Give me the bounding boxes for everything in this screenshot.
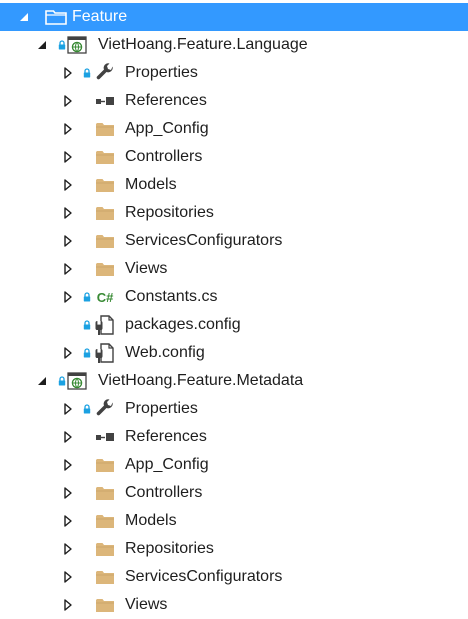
- folder-icon: [94, 115, 116, 143]
- tree-item-label: Repositories: [125, 204, 214, 221]
- tree-item-project[interactable]: VietHoang.Feature.Metadata: [0, 367, 468, 395]
- tree-item-label: Models: [125, 176, 177, 193]
- tree-item-label: Views: [125, 260, 168, 277]
- expand-arrow-icon[interactable]: [61, 563, 75, 591]
- tree-item-folder[interactable]: Repositories: [0, 199, 468, 227]
- config-file-icon: [94, 339, 116, 367]
- expand-arrow-icon[interactable]: [61, 171, 75, 199]
- expand-arrow-icon[interactable]: [61, 451, 75, 479]
- tree-item-label: Feature: [72, 8, 128, 25]
- csharp-file-icon: C#: [94, 283, 116, 311]
- tree-item-label: Properties: [125, 64, 198, 81]
- folder-icon: [94, 507, 116, 535]
- expand-arrow-icon[interactable]: [61, 227, 75, 255]
- expand-arrow-icon[interactable]: [61, 87, 75, 115]
- tree-item-references[interactable]: References: [0, 87, 468, 115]
- web-project-icon: [66, 367, 88, 395]
- wrench-icon: [94, 59, 116, 87]
- tree-item-label: Models: [125, 512, 177, 529]
- tree-item-feature-folder[interactable]: Feature: [0, 3, 468, 31]
- folder-icon: [45, 3, 67, 31]
- tree-item-folder[interactable]: Views: [0, 255, 468, 283]
- expand-arrow-icon[interactable]: [61, 507, 75, 535]
- references-icon: [94, 87, 116, 115]
- tree-item-label: References: [125, 92, 207, 109]
- expand-arrow-icon[interactable]: [61, 339, 75, 367]
- tree-item-properties[interactable]: Properties: [0, 395, 468, 423]
- tree-item-folder[interactable]: Controllers: [0, 479, 468, 507]
- collapse-arrow-icon[interactable]: [35, 31, 49, 59]
- folder-icon: [94, 171, 116, 199]
- tree-item-label: Web.config: [125, 344, 205, 361]
- csharp-label: C#: [96, 289, 114, 305]
- tree-item-properties[interactable]: Properties: [0, 59, 468, 87]
- references-icon: [94, 423, 116, 451]
- folder-icon: [94, 199, 116, 227]
- tree-item-folder[interactable]: ServicesConfigurators: [0, 227, 468, 255]
- expand-arrow-icon[interactable]: [61, 395, 75, 423]
- folder-icon: [94, 563, 116, 591]
- tree-item-label: App_Config: [125, 120, 209, 137]
- folder-icon: [94, 227, 116, 255]
- tree-item-label: Constants.cs: [125, 288, 218, 305]
- tree-item-folder[interactable]: App_Config: [0, 451, 468, 479]
- tree-item-label: Controllers: [125, 484, 203, 501]
- tree-item-label: packages.config: [125, 316, 241, 333]
- expand-arrow-icon[interactable]: [61, 283, 75, 311]
- tree-item-label: VietHoang.Feature.Language: [98, 36, 308, 53]
- collapse-arrow-icon[interactable]: [17, 3, 31, 31]
- config-file-icon: [94, 311, 116, 339]
- tree-item-folder[interactable]: ServicesConfigurators: [0, 563, 468, 591]
- tree-item-config[interactable]: packages.config: [0, 311, 468, 339]
- web-project-icon: [66, 31, 88, 59]
- tree-item-label: App_Config: [125, 456, 209, 473]
- tree-item-label: References: [125, 428, 207, 445]
- tree-item-references[interactable]: References: [0, 423, 468, 451]
- tree-item-folder[interactable]: Controllers: [0, 143, 468, 171]
- folder-icon: [94, 451, 116, 479]
- tree-item-folder[interactable]: Repositories: [0, 535, 468, 563]
- source-control-lock-icon: [82, 311, 92, 339]
- folder-icon: [94, 479, 116, 507]
- collapse-arrow-icon[interactable]: [35, 367, 49, 395]
- source-control-lock-icon: [82, 59, 92, 87]
- expand-arrow-icon[interactable]: [61, 59, 75, 87]
- tree-item-webconfig[interactable]: Web.config: [0, 339, 468, 367]
- expand-arrow-icon[interactable]: [61, 255, 75, 283]
- folder-icon: [94, 255, 116, 283]
- expand-arrow-icon[interactable]: [61, 423, 75, 451]
- tree-item-label: VietHoang.Feature.Metadata: [98, 372, 304, 389]
- tree-item-label: Repositories: [125, 540, 214, 557]
- tree-item-label: ServicesConfigurators: [125, 232, 283, 249]
- tree-item-folder[interactable]: Models: [0, 507, 468, 535]
- tree-item-project[interactable]: VietHoang.Feature.Language: [0, 31, 468, 59]
- tree-item-label: ServicesConfigurators: [125, 568, 283, 585]
- source-control-lock-icon: [82, 339, 92, 367]
- folder-icon: [94, 535, 116, 563]
- tree-item-label: Controllers: [125, 148, 203, 165]
- folder-icon: [94, 143, 116, 171]
- source-control-lock-icon: [82, 395, 92, 423]
- expand-arrow-icon[interactable]: [61, 479, 75, 507]
- expand-arrow-icon[interactable]: [61, 143, 75, 171]
- tree-item-folder[interactable]: App_Config: [0, 115, 468, 143]
- expand-arrow-icon[interactable]: [61, 535, 75, 563]
- source-control-lock-icon: [82, 283, 92, 311]
- tree-item-csfile[interactable]: C# Constants.cs: [0, 283, 468, 311]
- expand-arrow-icon[interactable]: [61, 115, 75, 143]
- wrench-icon: [94, 395, 116, 423]
- tree-item-label: Properties: [125, 400, 198, 417]
- expand-arrow-icon[interactable]: [61, 199, 75, 227]
- tree-item-folder[interactable]: Models: [0, 171, 468, 199]
